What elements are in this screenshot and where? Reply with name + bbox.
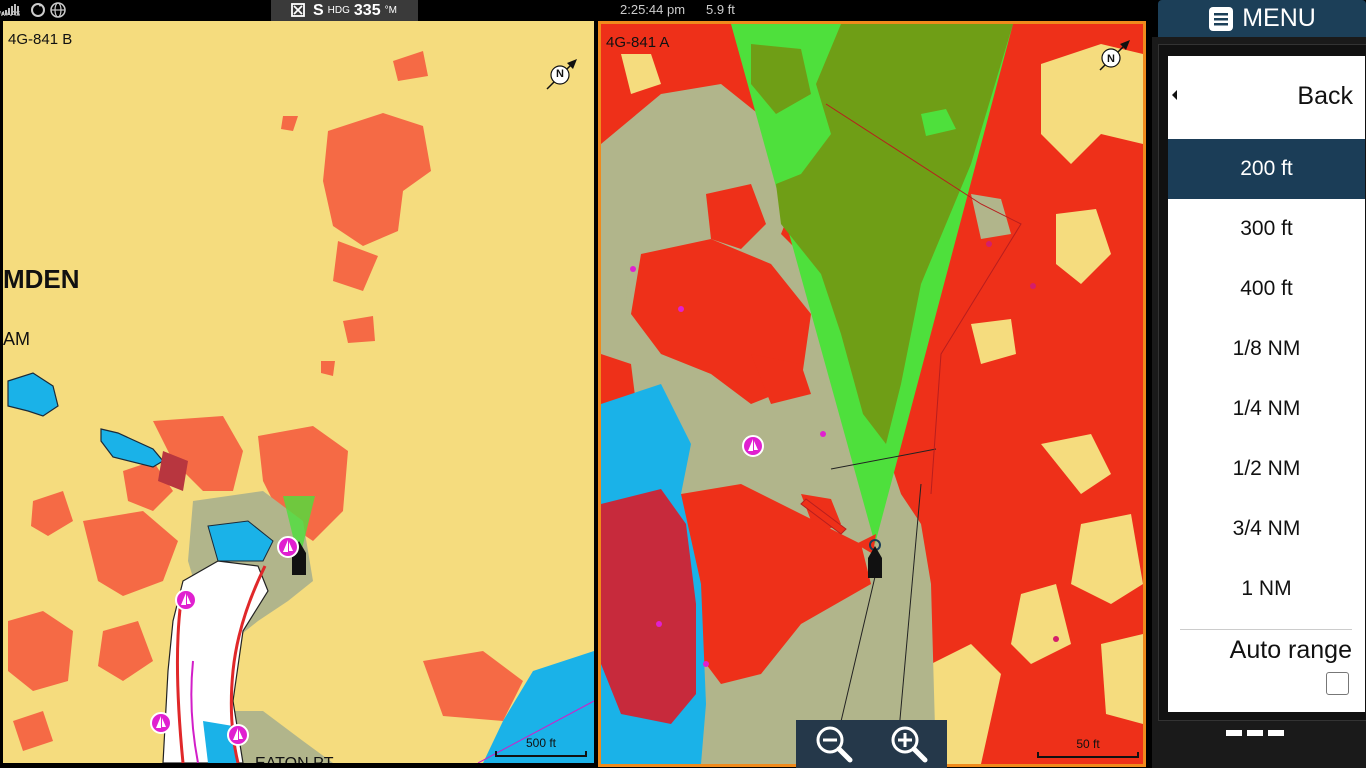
sailboat-icon[interactable] xyxy=(174,588,198,612)
range-option[interactable]: 1 NM xyxy=(1168,559,1365,619)
scale-bar-b: 500 ft xyxy=(495,736,587,757)
sailboat-icon[interactable] xyxy=(149,711,173,735)
depth-readout: 5.9 ft xyxy=(706,2,735,17)
north-label-b: N xyxy=(556,68,564,80)
range-option[interactable]: 3/4 NM xyxy=(1168,499,1365,559)
radar-chart-pane-b[interactable]: 4G-841 B MDEN AM EATON PT N 500 ft xyxy=(3,21,594,763)
back-arrow-icon xyxy=(1172,90,1177,100)
pane-a-title: 4G-841 A xyxy=(606,34,670,51)
pane-b-title: 4G-841 B xyxy=(8,31,73,48)
sailboat-icon[interactable] xyxy=(226,723,250,747)
sailboat-icon[interactable] xyxy=(276,535,300,559)
auto-range-checkbox[interactable] xyxy=(1326,672,1349,695)
page-dot xyxy=(1226,730,1242,736)
water-lake xyxy=(7,372,59,417)
dark-red-area-a xyxy=(601,489,696,724)
sailboat-icon[interactable] xyxy=(741,434,765,458)
chart-layer-a xyxy=(601,24,1143,764)
menu-divider xyxy=(1180,629,1352,630)
menu-icon xyxy=(1209,6,1234,31)
range-menu: Back 200 ft 300 ft 400 ft 1/8 NM 1/4 NM 1/2 N… xyxy=(1168,56,1365,712)
menu-title: MENU xyxy=(1242,4,1316,32)
range-option[interactable]: 200 ft xyxy=(1168,139,1365,199)
auto-range-label: Auto range xyxy=(1229,636,1352,664)
zoom-out-icon[interactable] xyxy=(814,724,854,764)
range-option[interactable]: 1/8 NM xyxy=(1168,319,1365,379)
scale-label-b: 500 ft xyxy=(525,736,557,750)
north-label-a: N xyxy=(1107,53,1115,65)
zoom-in-icon[interactable] xyxy=(889,724,929,764)
page-dot xyxy=(1247,730,1263,736)
radar-chart-pane-a[interactable]: 4G-841 A N 50 ft xyxy=(598,21,1146,767)
clock: 2:25:44 pm xyxy=(620,2,686,17)
chart-layer-b xyxy=(7,51,594,763)
water-channel xyxy=(100,428,164,468)
gps-mode-label: WAAS xyxy=(0,11,21,18)
heading-unit: °M xyxy=(384,5,397,16)
heading-label: HDG xyxy=(327,5,350,16)
heading-readout[interactable]: S HDG 335 °M xyxy=(271,0,418,21)
place-label-small: AM xyxy=(3,329,30,349)
range-option[interactable]: 1/4 NM xyxy=(1168,379,1365,439)
heading-value: 335 xyxy=(353,1,381,19)
back-label: Back xyxy=(1297,82,1353,110)
scale-label-a: 50 ft xyxy=(1076,737,1100,751)
radar-returns-b xyxy=(8,51,523,751)
place-label-large: MDEN xyxy=(3,264,80,294)
vessel-icon xyxy=(868,539,882,578)
globe-icon[interactable] xyxy=(50,2,66,18)
refresh-icon[interactable] xyxy=(30,2,46,18)
range-option[interactable]: 400 ft xyxy=(1168,259,1365,319)
north-arrow-icon[interactable] xyxy=(1096,34,1136,74)
scale-bar-a: 50 ft xyxy=(1037,737,1139,758)
page-dot xyxy=(1268,730,1284,736)
place-label-bottom: EATON PT xyxy=(255,755,334,763)
back-button[interactable]: Back xyxy=(1168,56,1365,137)
zoom-controls xyxy=(796,720,947,768)
page-indicator[interactable] xyxy=(1226,730,1284,736)
heading-prefix: S xyxy=(313,1,324,19)
menu-button[interactable]: MENU xyxy=(1158,0,1366,37)
range-option[interactable]: 300 ft xyxy=(1168,199,1365,259)
alarm-icon xyxy=(291,3,305,17)
range-option[interactable]: 1/2 NM xyxy=(1168,439,1365,499)
